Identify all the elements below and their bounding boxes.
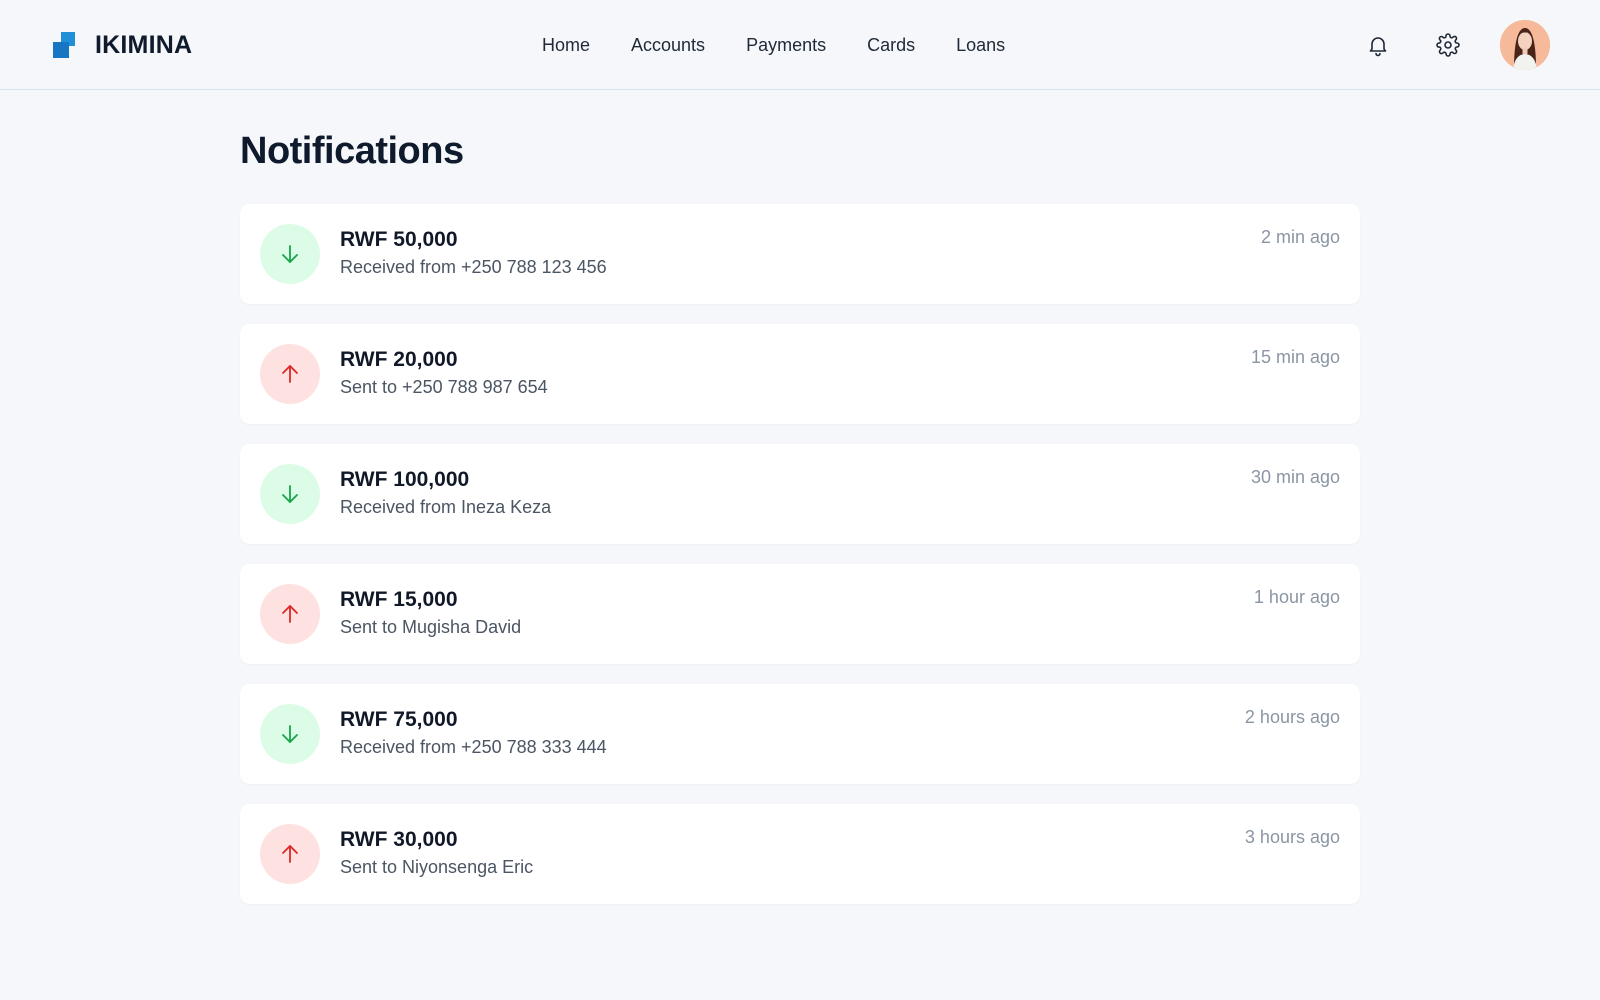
notification-item[interactable]: RWF 100,000 Received from Ineza Keza 30 … [240, 444, 1360, 544]
arrow-up-icon [282, 845, 298, 863]
top-navigation-bar: IKIMINA Home Accounts Payments Cards Loa… [0, 0, 1600, 90]
notification-item[interactable]: RWF 30,000 Sent to Niyonsenga Eric 3 hou… [240, 804, 1360, 904]
notification-list: RWF 50,000 Received from +250 788 123 45… [240, 204, 1360, 904]
brand[interactable]: IKIMINA [53, 30, 192, 60]
outgoing-badge [260, 824, 320, 884]
notification-time: 30 min ago [1250, 467, 1340, 487]
notification-description: Sent to Mugisha David [340, 617, 522, 637]
notification-description: Received from Ineza Keza [340, 497, 552, 517]
notification-amount: RWF 15,000 [340, 588, 458, 611]
incoming-badge [260, 224, 320, 284]
brand-logo-icon [53, 32, 77, 58]
incoming-badge [260, 704, 320, 764]
arrow-down-icon [282, 485, 298, 503]
notification-time: 15 min ago [1250, 347, 1340, 367]
notification-description: Received from +250 788 333 444 [340, 737, 607, 757]
nav-item-home[interactable]: Home [542, 32, 590, 58]
notification-time: 2 hours ago [1244, 707, 1340, 727]
main-nav: Home Accounts Payments Cards Loans [542, 32, 1005, 58]
user-avatar[interactable] [1500, 20, 1550, 70]
arrow-up-icon [282, 605, 298, 623]
notification-amount: RWF 30,000 [340, 828, 458, 851]
notification-time: 1 hour ago [1253, 587, 1340, 607]
notification-amount: RWF 50,000 [340, 228, 458, 251]
notification-description: Sent to Niyonsenga Eric [340, 857, 534, 877]
arrow-down-icon [282, 245, 298, 263]
notifications-button[interactable] [1360, 27, 1396, 63]
nav-item-accounts[interactable]: Accounts [631, 32, 705, 58]
notification-time: 3 hours ago [1244, 827, 1340, 847]
outgoing-badge [260, 344, 320, 404]
settings-button[interactable] [1430, 27, 1466, 63]
nav-item-payments[interactable]: Payments [746, 32, 826, 58]
notification-description: Sent to +250 788 987 654 [340, 377, 548, 397]
notification-item[interactable]: RWF 20,000 Sent to +250 788 987 654 15 m… [240, 324, 1360, 424]
notification-time: 2 min ago [1260, 227, 1340, 247]
header-actions [1360, 20, 1550, 70]
notification-item[interactable]: RWF 75,000 Received from +250 788 333 44… [240, 684, 1360, 784]
main-content: Notifications RWF 50,000 Received from +… [240, 130, 1360, 924]
notification-amount: RWF 100,000 [340, 468, 470, 491]
arrow-up-icon [282, 365, 298, 383]
brand-name: IKIMINA [95, 30, 193, 59]
notification-item[interactable]: RWF 15,000 Sent to Mugisha David 1 hour … [240, 564, 1360, 664]
outgoing-badge [260, 584, 320, 644]
bell-icon [1369, 37, 1387, 57]
nav-item-cards[interactable]: Cards [867, 32, 915, 58]
notification-description: Received from +250 788 123 456 [340, 257, 607, 277]
user-portrait-icon [1500, 20, 1550, 70]
incoming-badge [260, 464, 320, 524]
page-title: Notifications [240, 130, 464, 172]
notification-item[interactable]: RWF 50,000 Received from +250 788 123 45… [240, 204, 1360, 304]
gear-icon [1436, 33, 1460, 57]
notification-amount: RWF 75,000 [340, 708, 458, 731]
arrow-down-icon [282, 725, 298, 743]
notification-amount: RWF 20,000 [340, 348, 458, 371]
nav-item-loans[interactable]: Loans [956, 32, 1005, 58]
